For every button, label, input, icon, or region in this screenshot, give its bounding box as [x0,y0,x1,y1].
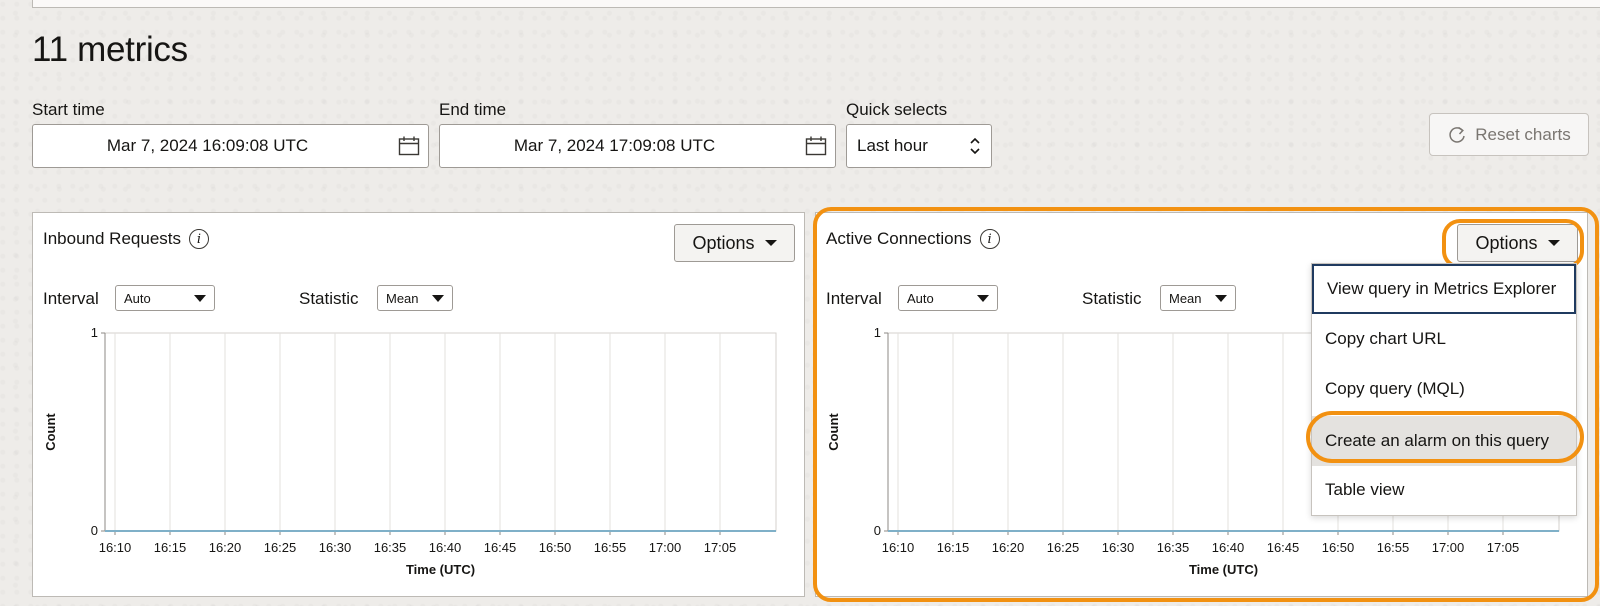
x-tick-label: 16:30 [1102,540,1135,555]
x-tick-label: 16:15 [937,540,970,555]
interval-value: Auto [124,290,151,306]
statistic-label: Statistic [1082,289,1142,308]
options-label: Options [692,232,755,253]
caret-down-icon [1215,294,1227,302]
x-tick-label: 16:55 [1377,540,1410,555]
menu-item-copy-chart-url[interactable]: Copy chart URL [1312,314,1576,364]
page-title: 11 metrics [32,30,188,69]
start-time-value: Mar 7, 2024 16:09:08 UTC [106,136,309,155]
chart-title-text: Active Connections [826,229,972,248]
options-button[interactable]: Options [674,224,795,262]
x-tick-label: 16:45 [484,540,517,555]
menu-item-copy-query-mql[interactable]: Copy query (MQL) [1312,364,1576,414]
caret-down-icon [1547,240,1560,246]
reset-icon [1449,126,1466,143]
caret-down-icon [432,294,444,302]
line-chart-inbound-requests: 16:10 16:15 16:20 16:25 16:30 16:35 16:40 16:45… [43,325,777,577]
start-time-label: Start time [32,100,105,119]
quick-selects-label: Quick selects [846,100,948,119]
x-tick-label: 17:05 [704,540,737,555]
end-time-field[interactable]: Mar 7, 2024 17:09:08 UTC [439,124,836,168]
statistic-select[interactable]: Mean [377,285,453,311]
menu-item-view-query[interactable]: View query in Metrics Explorer [1312,264,1576,314]
x-tick-label: 17:00 [1432,540,1465,555]
chart-title-text: Inbound Requests [43,229,181,248]
interval-label: Interval [43,289,99,308]
x-tick-label: 16:25 [264,540,297,555]
quick-selects-value: Last hour [857,136,928,155]
options-button[interactable]: Options [1457,224,1578,262]
x-tick-label: 16:40 [429,540,462,555]
statistic-label: Statistic [299,289,359,308]
y-tick-label: 1 [91,325,98,340]
x-tick-label: 16:10 [99,540,132,555]
x-tick-label: 16:30 [319,540,352,555]
x-tick-label: 16:50 [1322,540,1355,555]
caret-down-icon [977,294,989,302]
y-tick-label: 0 [91,523,98,538]
statistic-select[interactable]: Mean [1160,285,1236,311]
x-tick-label: 16:35 [374,540,407,555]
statistic-value: Mean [386,290,419,306]
statistic-value: Mean [1169,290,1202,306]
y-axis-title: Count [43,413,58,451]
x-tick-label: 16:20 [209,540,242,555]
x-axis-title: Time (UTC) [1189,562,1258,577]
calendar-icon[interactable] [398,136,420,156]
x-tick-label: 16:35 [1157,540,1190,555]
caret-down-icon [764,240,777,246]
caret-down-icon [194,294,206,302]
x-tick-label: 16:10 [882,540,915,555]
menu-item-table-view[interactable]: Table view [1312,465,1576,515]
x-tick-label: 17:05 [1487,540,1520,555]
previous-section-edge [32,0,1600,8]
calendar-icon[interactable] [805,136,827,156]
start-time-field[interactable]: Mar 7, 2024 16:09:08 UTC [32,124,429,168]
plot-area [104,332,777,532]
interval-label: Interval [826,289,882,308]
x-tick-label: 16:50 [539,540,572,555]
chart-title: Active Connections i [826,229,1000,249]
x-tick-label: 16:45 [1267,540,1300,555]
info-icon[interactable]: i [189,229,209,249]
x-tick-label: 16:40 [1212,540,1245,555]
y-tick-label: 0 [874,523,881,538]
options-menu: View query in Metrics Explorer Copy char… [1311,263,1577,516]
updown-chevron-icon [970,137,980,155]
info-icon[interactable]: i [979,229,1000,249]
x-tick-label: 16:15 [154,540,187,555]
y-axis-title: Count [826,413,841,451]
reset-charts-label: Reset charts [1475,124,1571,144]
end-time-label: End time [439,100,507,119]
x-tick-label: 16:20 [992,540,1025,555]
y-tick-label: 1 [874,325,881,340]
x-tick-label: 16:25 [1047,540,1080,555]
reset-charts-button[interactable]: Reset charts [1429,113,1589,156]
interval-select[interactable]: Auto [898,285,998,311]
chart-title: Inbound Requests i [43,229,209,249]
options-label: Options [1475,232,1538,253]
menu-item-create-alarm[interactable]: Create an alarm on this query [1312,416,1576,466]
end-time-value: Mar 7, 2024 17:09:08 UTC [513,136,716,155]
x-tick-label: 16:55 [594,540,627,555]
interval-select[interactable]: Auto [115,285,215,311]
x-axis-title: Time (UTC) [406,562,475,577]
x-tick-label: 17:00 [649,540,682,555]
quick-selects-select[interactable]: Last hour [846,124,992,168]
interval-value: Auto [907,290,934,306]
chart-panel-inbound-requests: Inbound Requests i Options Interval Auto… [32,212,805,597]
